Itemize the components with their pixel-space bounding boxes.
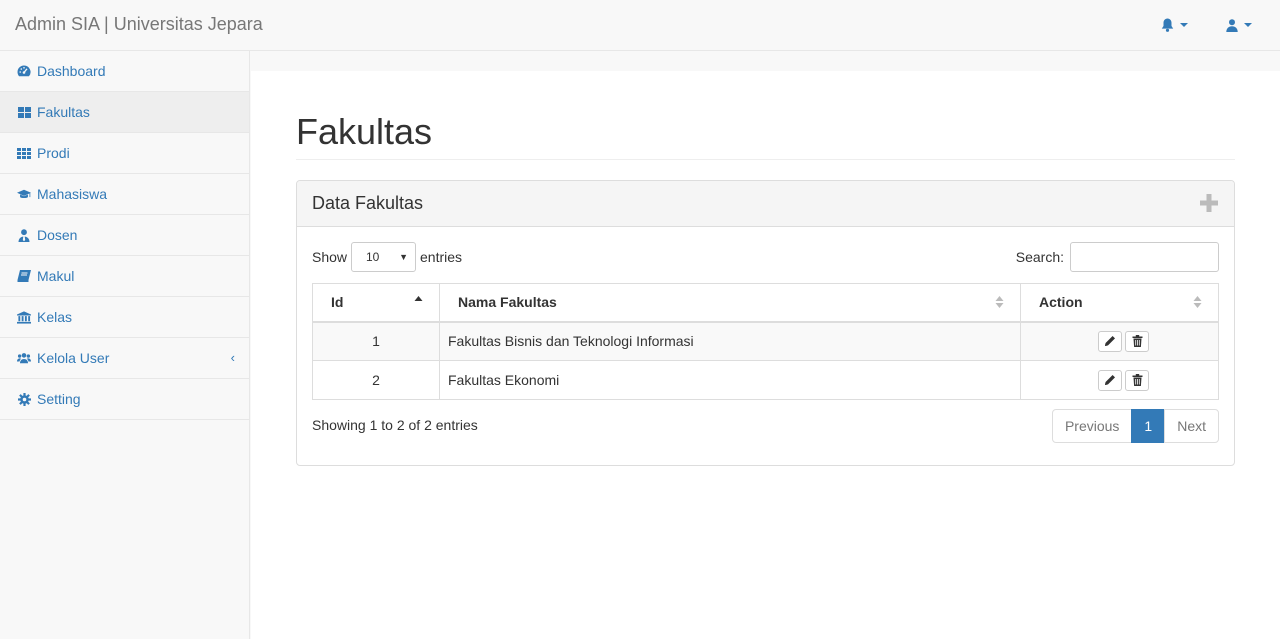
sidebar-item-label: Dashboard xyxy=(37,63,106,79)
cell-action xyxy=(1020,360,1219,400)
pagination-page-1[interactable]: 1 xyxy=(1131,409,1166,443)
gear-icon xyxy=(17,392,31,406)
cell-id: 1 xyxy=(312,321,440,361)
page-length-select[interactable]: 10 ▼ xyxy=(351,242,416,272)
pagination-previous[interactable]: Previous xyxy=(1051,409,1133,443)
university-icon xyxy=(17,310,31,324)
panel-title: Data Fakultas xyxy=(312,193,424,213)
users-icon xyxy=(17,351,31,365)
table-header-row: Id Nama Fakultas Action xyxy=(312,283,1219,323)
search-input[interactable] xyxy=(1070,242,1219,272)
delete-button[interactable] xyxy=(1125,330,1149,352)
notifications-dropdown[interactable] xyxy=(1149,0,1200,50)
pencil-icon xyxy=(1105,375,1115,385)
sidebar-item-dosen[interactable]: Dosen xyxy=(0,215,249,256)
book-icon xyxy=(17,269,31,283)
trash-icon xyxy=(1132,335,1142,348)
sidebar-item-label: Setting xyxy=(37,391,81,407)
cell-id: 2 xyxy=(312,360,440,400)
sidebar-item-label: Mahasiswa xyxy=(37,186,108,202)
sidebar-item-kelas[interactable]: Kelas xyxy=(0,297,249,338)
sort-both-icon xyxy=(995,296,1004,308)
sidebar-item-makul[interactable]: Makul xyxy=(0,256,249,297)
sidebar-item-label: Fakultas xyxy=(37,104,90,120)
graduation-cap-icon xyxy=(17,187,31,201)
caret-down-icon xyxy=(1244,23,1252,27)
edit-button[interactable] xyxy=(1098,369,1122,391)
top-navbar: Admin SIA | Universitas Jepara xyxy=(0,0,1280,51)
caret-down-icon xyxy=(1180,23,1188,27)
navbar-right xyxy=(1149,0,1264,50)
fakultas-table: Id Nama Fakultas Action 1 Fakultas Bisni… xyxy=(312,283,1219,400)
cell-nama-fakultas: Fakultas Bisnis dan Teknologi Informasi xyxy=(439,321,1021,361)
sort-both-icon xyxy=(1193,296,1202,308)
trash-icon xyxy=(1132,374,1142,386)
panel-heading: Data Fakultas xyxy=(297,181,1234,227)
sort-asc-icon xyxy=(414,296,423,301)
user-icon xyxy=(1226,18,1238,32)
pencil-icon xyxy=(1105,336,1115,347)
sidebar-item-label: Kelola User xyxy=(37,350,110,366)
user-tie-icon xyxy=(17,228,31,242)
sidebar-item-mahasiswa[interactable]: Mahasiswa xyxy=(0,174,249,215)
table-row: 1 Fakultas Bisnis dan Teknologi Informas… xyxy=(312,321,1219,361)
th-large-icon xyxy=(17,105,31,119)
chevron-left-icon: ‹ xyxy=(230,350,235,365)
page-title: Fakultas xyxy=(296,111,433,152)
sidebar-item-fakultas[interactable]: Fakultas xyxy=(0,92,249,133)
th-icon xyxy=(17,146,31,160)
plus-icon xyxy=(1200,194,1218,212)
entries-label: entries xyxy=(420,249,463,265)
table-info: Showing 1 to 2 of 2 entries xyxy=(312,417,478,433)
cell-action xyxy=(1020,321,1219,361)
brand-title[interactable]: Admin SIA | Universitas Jepara xyxy=(15,14,263,35)
column-header-nama-fakultas[interactable]: Nama Fakultas xyxy=(439,283,1021,323)
sidebar: Dashboard Fakultas Prodi Mahasiswa Dosen… xyxy=(0,51,250,639)
add-fakultas-button[interactable] xyxy=(1199,193,1219,213)
table-row: 2 Fakultas Ekonomi xyxy=(312,360,1219,400)
search-label: Search: xyxy=(1015,249,1064,265)
pagination: Previous 1 Next xyxy=(1051,409,1219,443)
sidebar-item-label: Prodi xyxy=(37,145,70,161)
page-content: Fakultas Data Fakultas Show 10 ▼ entries… xyxy=(251,71,1280,639)
user-dropdown[interactable] xyxy=(1214,0,1264,50)
pagination-next[interactable]: Next xyxy=(1164,409,1219,443)
edit-button[interactable] xyxy=(1098,330,1122,352)
sidebar-item-prodi[interactable]: Prodi xyxy=(0,133,249,174)
cell-nama-fakultas: Fakultas Ekonomi xyxy=(439,360,1021,400)
sidebar-item-kelola-user[interactable]: Kelola User ‹ xyxy=(0,338,249,379)
column-header-action[interactable]: Action xyxy=(1020,283,1219,323)
sidebar-item-label: Kelas xyxy=(37,309,73,325)
data-panel: Data Fakultas Show 10 ▼ entries Search: … xyxy=(296,180,1235,466)
table-controls: Show 10 ▼ entries Search: xyxy=(312,242,1219,272)
sidebar-item-label: Makul xyxy=(37,268,75,284)
sidebar-item-label: Dosen xyxy=(37,227,78,243)
sidebar-item-setting[interactable]: Setting xyxy=(0,379,249,420)
title-divider xyxy=(296,159,1235,160)
bell-icon xyxy=(1161,18,1174,32)
show-label: Show xyxy=(312,249,348,265)
delete-button[interactable] xyxy=(1125,369,1149,391)
column-header-id[interactable]: Id xyxy=(312,283,440,323)
select-arrow-icon: ▼ xyxy=(399,252,408,262)
dashboard-icon xyxy=(17,64,31,78)
sidebar-item-dashboard[interactable]: Dashboard xyxy=(0,51,249,92)
page-length-value: 10 xyxy=(366,250,380,264)
